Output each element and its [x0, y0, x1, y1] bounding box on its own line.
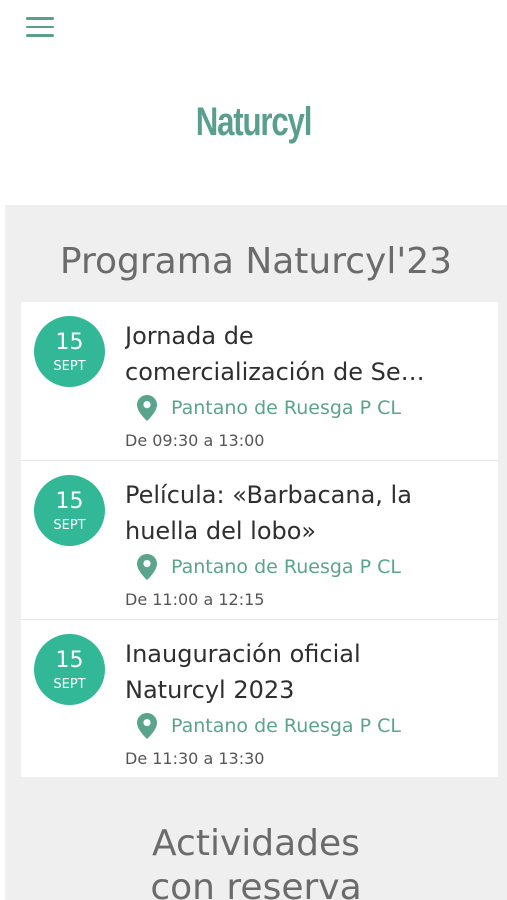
event-day: 15: [55, 489, 84, 514]
event-month: SEPT: [53, 359, 86, 374]
event-title-line: comercialización de Se…: [125, 358, 425, 386]
app-logo: Naturcyl: [195, 100, 313, 144]
event-title: Película: «Barbacana, la huella del lobo…: [125, 477, 485, 549]
section-title-line: Actividades: [152, 823, 360, 864]
event-month: SEPT: [53, 518, 86, 533]
event-title: Jornada de comercialización de Se…: [125, 318, 485, 390]
event-card[interactable]: 15 SEPT Película: «Barbacana, la huella …: [21, 461, 498, 620]
map-pin-icon: [137, 395, 157, 421]
event-time: De 11:30 a 13:30: [125, 749, 265, 768]
event-title-line: huella del lobo»: [125, 517, 317, 545]
event-title-line: Inauguración oficial: [125, 640, 361, 668]
event-title-line: Jornada de: [125, 322, 254, 350]
hamburger-menu-icon[interactable]: [26, 16, 54, 38]
map-pin-icon: [137, 554, 157, 580]
date-badge: 15 SEPT: [34, 634, 105, 705]
event-location-label: Pantano de Ruesga P CL: [171, 556, 401, 578]
event-card[interactable]: 15 SEPT Inauguración oficial Naturcyl 20…: [21, 620, 498, 777]
section-title: Actividades con reserva: [5, 822, 507, 900]
app-header: Naturcyl: [0, 0, 507, 205]
event-location-label: Pantano de Ruesga P CL: [171, 397, 401, 419]
event-day: 15: [55, 330, 84, 355]
event-card[interactable]: 15 SEPT Jornada de comercialización de S…: [21, 302, 498, 461]
event-location: Pantano de Ruesga P CL: [136, 394, 401, 422]
event-list: 15 SEPT Jornada de comercialización de S…: [21, 302, 498, 777]
event-location-label: Pantano de Ruesga P CL: [171, 715, 401, 737]
date-badge: 15 SEPT: [34, 475, 105, 546]
event-title-line: Película: «Barbacana, la: [125, 481, 412, 509]
main-content[interactable]: Programa Naturcyl'23 15 SEPT Jornada de …: [5, 205, 507, 900]
event-title: Inauguración oficial Naturcyl 2023: [125, 636, 485, 708]
event-location: Pantano de Ruesga P CL: [136, 553, 401, 581]
event-location: Pantano de Ruesga P CL: [136, 712, 401, 740]
event-title-line: Naturcyl 2023: [125, 676, 295, 704]
event-time: De 11:00 a 12:15: [125, 590, 265, 609]
map-pin-icon: [137, 713, 157, 739]
section-title: Programa Naturcyl'23: [59, 241, 453, 282]
event-month: SEPT: [53, 677, 86, 692]
event-day: 15: [55, 648, 84, 673]
section-title-line: con reserva: [150, 867, 362, 900]
date-badge: 15 SEPT: [34, 316, 105, 387]
event-time: De 09:30 a 13:00: [125, 431, 265, 450]
